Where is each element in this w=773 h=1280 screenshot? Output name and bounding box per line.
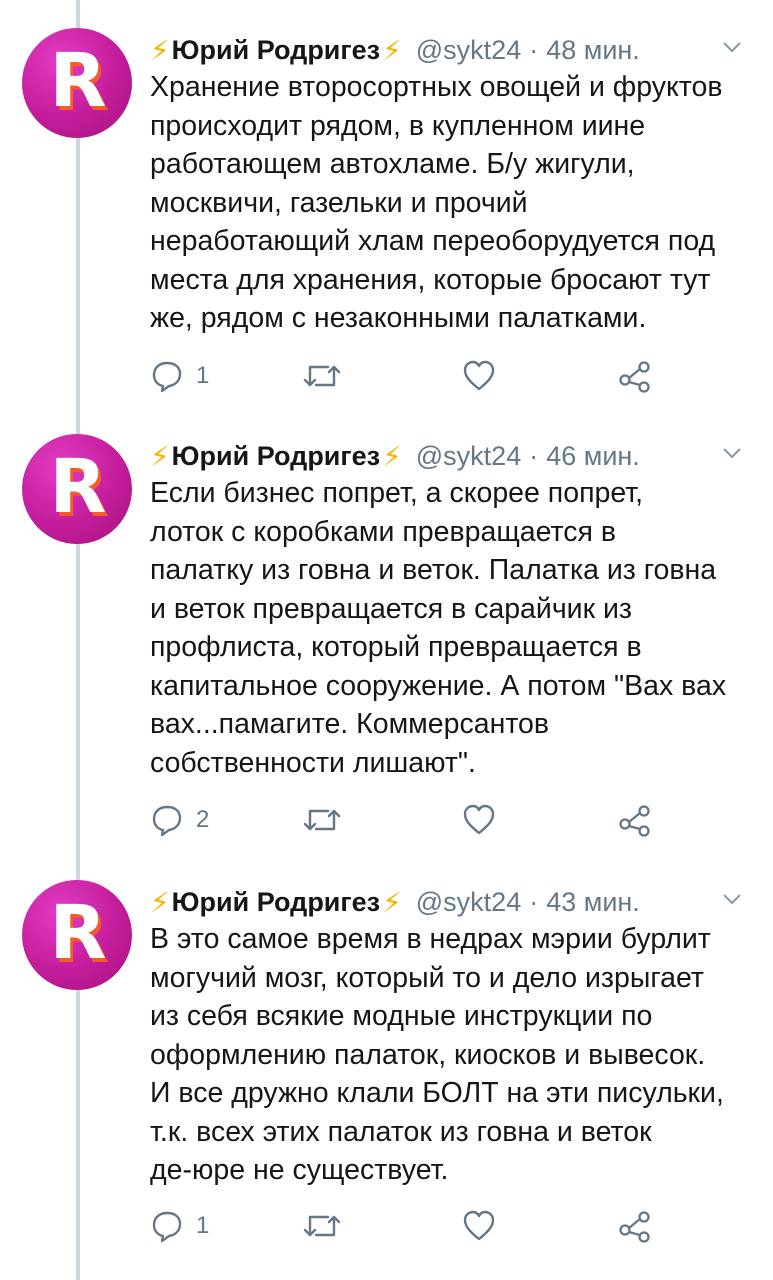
avatar[interactable]: R xyxy=(22,28,132,138)
tweet-actions: 1 xyxy=(150,1206,670,1246)
heart-icon xyxy=(463,804,495,835)
share-button[interactable] xyxy=(618,356,652,396)
share-icon xyxy=(619,1211,650,1243)
share-button[interactable] xyxy=(618,800,652,840)
lightning-icon: ⚡ xyxy=(150,440,170,472)
retweet-icon xyxy=(303,365,341,387)
share-button[interactable] xyxy=(618,1206,652,1246)
chevron-down-icon[interactable] xyxy=(721,442,743,464)
retweet-icon xyxy=(303,809,341,831)
avatar[interactable]: R xyxy=(22,434,132,544)
lightning-icon: ⚡ xyxy=(382,886,402,918)
timestamp[interactable]: 48 мин. xyxy=(546,35,640,66)
timestamp[interactable]: 43 мин. xyxy=(546,887,640,918)
retweet-button[interactable] xyxy=(302,356,342,396)
tweet-actions: 2 xyxy=(150,800,670,840)
reply-count: 1 xyxy=(196,362,210,389)
reply-button[interactable]: 1 xyxy=(150,356,209,396)
author-name[interactable]: Юрий Родригез xyxy=(172,887,380,918)
heart-icon xyxy=(463,360,495,391)
share-icon xyxy=(619,805,650,837)
lightning-icon: ⚡ xyxy=(150,34,170,66)
lightning-icon: ⚡ xyxy=(382,34,402,66)
like-button[interactable] xyxy=(462,800,496,840)
avatar-logo: R xyxy=(49,444,107,530)
separator-dot: · xyxy=(529,34,539,65)
retweet-button[interactable] xyxy=(302,1206,342,1246)
retweet-button[interactable] xyxy=(302,800,342,840)
tweet-text: В это самое время в недрах мэрии бурлит … xyxy=(150,923,724,1186)
author-handle[interactable]: @sykt24 xyxy=(416,35,521,66)
chevron-down-icon[interactable] xyxy=(721,888,743,910)
reply-count: 1 xyxy=(196,1212,210,1239)
reply-icon xyxy=(152,805,182,837)
reply-icon xyxy=(152,1211,182,1243)
timestamp[interactable]: 46 мин. xyxy=(546,441,640,472)
tweet-text: Если бизнес попрет, а скорее попрет, лот… xyxy=(150,477,727,779)
chevron-down-icon[interactable] xyxy=(721,36,743,58)
retweet-icon xyxy=(303,1215,341,1237)
reply-icon xyxy=(152,361,182,393)
lightning-icon: ⚡ xyxy=(150,886,170,918)
like-button[interactable] xyxy=(462,1206,496,1246)
tweet-header: ⚡ Юрий Родригез ⚡ @sykt24 · 48 мин. xyxy=(150,30,773,70)
author-name[interactable]: Юрий Родригез xyxy=(172,35,380,66)
thread-line xyxy=(76,0,80,1280)
tweet-header: ⚡ Юрий Родригез ⚡ @sykt24 · 46 мин. xyxy=(150,436,773,476)
like-button[interactable] xyxy=(462,356,496,396)
reply-button[interactable]: 1 xyxy=(150,1206,209,1246)
reply-count: 2 xyxy=(196,806,210,833)
tweet-text: Хранение второсортных овощей и фруктов п… xyxy=(150,71,723,334)
reply-button[interactable]: 2 xyxy=(150,800,209,840)
heart-icon xyxy=(463,1210,495,1241)
avatar[interactable]: R xyxy=(22,880,132,990)
author-handle[interactable]: @sykt24 xyxy=(416,887,521,918)
share-icon xyxy=(619,361,650,393)
tweet-header: ⚡ Юрий Родригез ⚡ @sykt24 · 43 мин. xyxy=(150,882,773,922)
tweet-actions: 1 xyxy=(150,356,670,396)
separator-dot: · xyxy=(529,440,539,471)
avatar-logo: R xyxy=(49,890,107,976)
lightning-icon: ⚡ xyxy=(382,440,402,472)
avatar-logo: R xyxy=(49,38,107,124)
author-handle[interactable]: @sykt24 xyxy=(416,441,521,472)
separator-dot: · xyxy=(529,886,539,917)
author-name[interactable]: Юрий Родригез xyxy=(172,441,380,472)
